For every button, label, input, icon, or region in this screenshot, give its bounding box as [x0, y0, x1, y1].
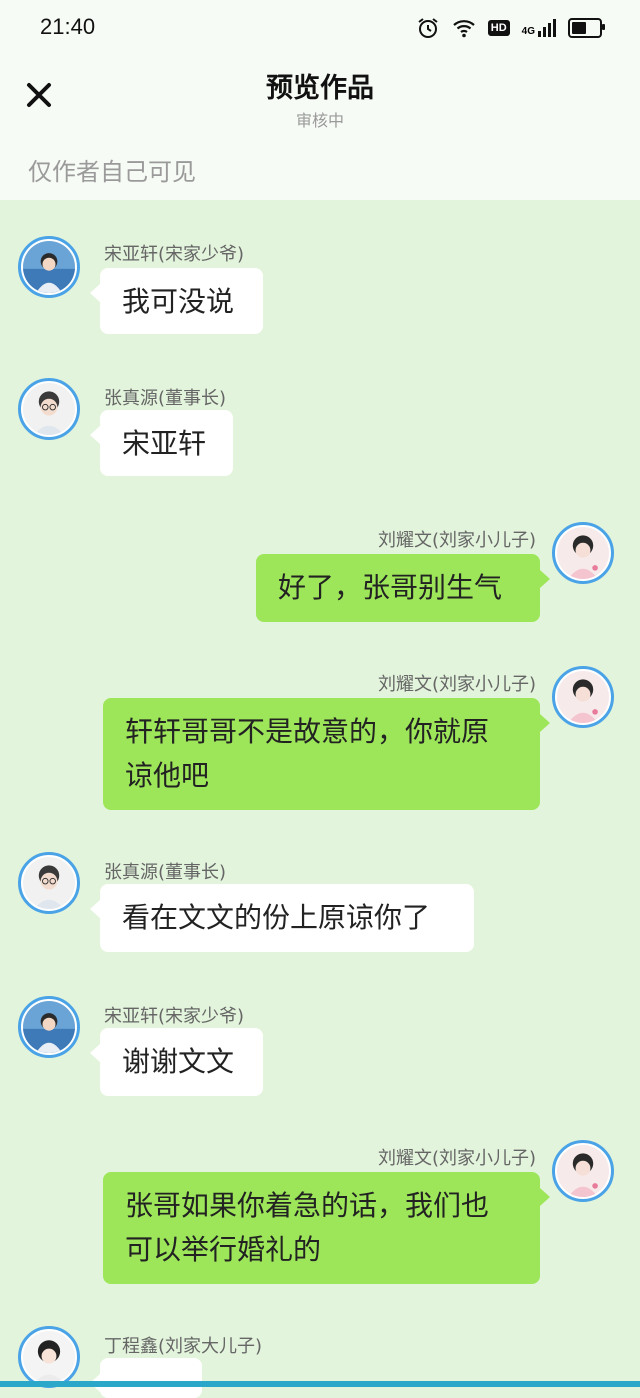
avatar-liu[interactable]: [552, 1140, 614, 1202]
message-bubble[interactable]: 宋亚轩: [90, 410, 233, 476]
avatar-image: [23, 1331, 75, 1383]
hd-badge: HD: [487, 20, 510, 36]
avatar-zhang[interactable]: [18, 378, 80, 440]
message-text: 谢谢文文: [122, 1045, 235, 1078]
sender-name: 宋亚轩(宋家少爷): [104, 1006, 245, 1027]
avatar-image: [23, 857, 75, 909]
message-text: 宋亚轩: [122, 427, 207, 460]
review-status: 审核中: [295, 111, 344, 130]
avatar-song[interactable]: [18, 996, 80, 1058]
sender-name: 刘耀文(刘家小儿子): [377, 1148, 536, 1169]
page-title: 预览作品: [266, 73, 374, 104]
top-header-area: 21:40 HD 4G 预览作品 审核中 仅作者自己可见: [0, 0, 640, 200]
message-text-line: 轩轩哥哥不是故意的，你就原: [125, 715, 490, 748]
bottom-edge-bar: [0, 1381, 640, 1387]
sender-name: 张真源(董事长): [104, 862, 227, 883]
avatar-image: [23, 383, 75, 435]
status-icons: HD 4G: [416, 16, 605, 40]
sender-name: 丁程鑫(刘家大儿子): [104, 1336, 263, 1357]
message-text-line: 张哥如果你着急的话，我们也: [125, 1189, 490, 1222]
wifi-icon: [453, 20, 475, 38]
chat-area[interactable]: 宋亚轩(宋家少爷) 我可没说 张真源(董事长) 宋亚轩 刘耀文(刘家小儿子) 好…: [0, 200, 640, 1398]
sender-name: 宋亚轩(宋家少爷): [104, 244, 245, 265]
avatar-liu[interactable]: [552, 666, 614, 728]
avatar-ding[interactable]: [18, 1326, 80, 1388]
alarm-icon: [418, 18, 438, 38]
signal-icon: 4G: [522, 19, 556, 37]
visibility-note: 仅作者自己可见: [28, 158, 196, 186]
message-bubble[interactable]: 谢谢文文: [90, 1028, 263, 1096]
message-text-line: 可以举行婚礼的: [125, 1233, 322, 1266]
avatar-image: [557, 671, 609, 723]
avatar-liu[interactable]: [552, 522, 614, 584]
avatar-image: [557, 527, 609, 579]
avatar-zhang[interactable]: [18, 852, 80, 914]
message-bubble[interactable]: 张哥如果你着急的话，我们也 可以举行婚礼的: [103, 1172, 550, 1284]
message-bubble[interactable]: 轩轩哥哥不是故意的，你就原 谅他吧: [103, 698, 550, 810]
sender-name: 刘耀文(刘家小儿子): [377, 674, 536, 695]
message-text-line: 谅他吧: [125, 759, 210, 792]
status-bar: 21:40 HD 4G: [0, 0, 640, 56]
message-text: 好了，张哥别生气: [278, 571, 503, 604]
battery-icon: [568, 18, 605, 38]
sender-name: 张真源(董事长): [104, 388, 227, 409]
avatar-image: [557, 1145, 609, 1197]
message-bubble[interactable]: 我可没说: [90, 268, 263, 334]
network-type: 4G: [521, 26, 535, 37]
avatar-song[interactable]: [18, 236, 80, 298]
message-text: 我可没说: [122, 285, 235, 318]
avatar-image: [23, 1001, 75, 1053]
message-bubble[interactable]: [90, 1358, 202, 1398]
avatar-image: [23, 241, 75, 293]
message-bubble[interactable]: 看在文文的份上原谅你了: [90, 884, 474, 952]
status-time: 21:40: [40, 14, 96, 39]
message-text: 看在文文的份上原谅你了: [122, 901, 431, 934]
message-bubble[interactable]: 好了，张哥别生气: [256, 554, 550, 622]
sender-name: 刘耀文(刘家小儿子): [377, 530, 536, 551]
